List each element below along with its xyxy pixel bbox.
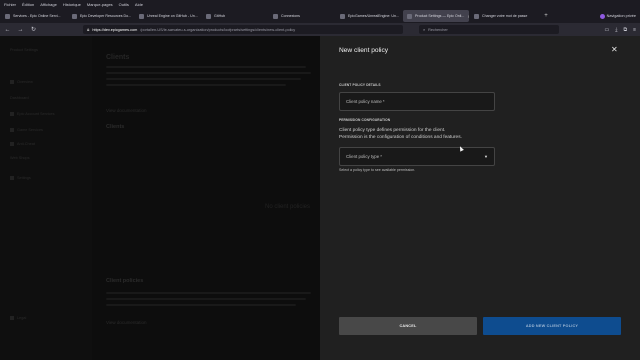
menu-bar: Fichier Édition Affichage Historique Mar… xyxy=(0,0,640,9)
search-placeholder: Rechercher xyxy=(428,27,448,32)
new-tab-button[interactable]: + xyxy=(542,13,550,19)
permission-configuration-label: PERMISSION CONFIGURATION xyxy=(339,118,391,122)
downloads-icon[interactable]: ⤓ xyxy=(615,27,617,33)
permission-description-line-1: Client policy type defines permission fo… xyxy=(339,128,446,133)
browser-tab-active[interactable]: Product Settings — Epic Onli...✕ xyxy=(403,10,469,22)
favicon-icon xyxy=(407,13,412,19)
required-marker: * xyxy=(382,99,385,104)
favicon-icon xyxy=(5,13,10,19)
search-bar[interactable]: ⌕ Rechercher xyxy=(419,25,559,34)
tab-label: Epic Developer Resources Do... xyxy=(80,14,132,18)
lock-icon: 🔒︎ xyxy=(87,27,90,32)
menu-history[interactable]: Historique xyxy=(63,2,81,7)
tab-label: GitHub xyxy=(214,14,226,18)
browser-tab[interactable]: GitHub xyxy=(202,10,268,22)
tab-label: Product Settings — Epic Onli... xyxy=(415,14,465,18)
menu-help[interactable]: Aide xyxy=(135,2,143,7)
client-policy-type-select[interactable]: Client policy type * ▼ xyxy=(339,147,495,166)
browser-tab[interactable]: Services - Epic Online Servi... xyxy=(1,10,67,22)
required-marker: * xyxy=(380,154,382,159)
permission-description-line-2: Permission is the configuration of condi… xyxy=(339,134,462,140)
favicon-icon xyxy=(273,13,278,19)
client-policy-name-input[interactable]: Client policy name * xyxy=(339,92,495,111)
browser-tab[interactable]: EpicGames/UnrealEngine: Un... xyxy=(336,10,402,22)
reload-icon[interactable]: ↻ xyxy=(30,26,37,33)
tab-label: Connexions xyxy=(281,14,300,18)
toolbar-icons: ▭ ⤓ ⧉ ≡ xyxy=(605,27,636,33)
close-tab-icon[interactable]: ✕ xyxy=(467,14,469,19)
close-icon[interactable]: ✕ xyxy=(611,46,618,54)
new-client-policy-drawer: New client policy ✕ CLIENT POLICY DETAIL… xyxy=(320,36,640,360)
menu-edit[interactable]: Édition xyxy=(22,2,34,7)
cancel-button[interactable]: CANCEL xyxy=(339,317,477,335)
menu-hamburger-icon[interactable]: ≡ xyxy=(633,27,636,33)
menu-tools[interactable]: Outils xyxy=(119,2,129,7)
menu-bookmarks[interactable]: Marque-pages xyxy=(87,2,113,7)
policy-type-hint: Select a policy type to see available pe… xyxy=(339,168,416,172)
url-domain: https://dev.epicgames.com xyxy=(92,27,138,32)
favicon-icon xyxy=(474,13,479,19)
tab-label: EpicGames/UnrealEngine: Un... xyxy=(348,14,399,18)
favicon-icon xyxy=(139,13,144,19)
menu-view[interactable]: Affichage xyxy=(40,2,57,7)
favicon-icon xyxy=(206,13,211,19)
browser-tab[interactable]: Changer votre mot de passe xyxy=(470,10,536,22)
back-arrow-icon[interactable]: ← xyxy=(4,27,11,33)
favicon-icon xyxy=(72,13,77,19)
tab-label: Unreal Engine on GitHub - Un... xyxy=(147,14,198,18)
browser-tab[interactable]: Epic Developer Resources Do... xyxy=(68,10,134,22)
chevron-down-icon: ▼ xyxy=(484,154,488,159)
navigation-bar: ← → ↻ 🔒︎ https://dev.epicgames.com/porta… xyxy=(0,23,640,36)
browser-tab[interactable]: Connexions xyxy=(269,10,335,22)
menu-file[interactable]: Fichier xyxy=(4,2,16,7)
tab-bar: Services - Epic Online Servi... Epic Dev… xyxy=(0,9,640,23)
private-browsing-indicator: Navigation privée xyxy=(599,13,636,19)
client-policy-details-label: CLIENT POLICY DETAILS xyxy=(339,83,381,87)
private-mask-icon xyxy=(599,13,605,19)
field-placeholder: Client policy name xyxy=(346,99,382,104)
add-new-client-policy-button[interactable]: ADD NEW CLIENT POLICY xyxy=(483,317,621,335)
browser-tab[interactable]: Unreal Engine on GitHub - Un... xyxy=(135,10,201,22)
address-bar[interactable]: 🔒︎ https://dev.epicgames.com/portal/en-U… xyxy=(83,25,403,34)
private-label: Navigation privée xyxy=(606,14,636,18)
tab-label: Changer votre mot de passe xyxy=(482,14,528,18)
forward-arrow-icon[interactable]: → xyxy=(17,27,24,33)
url-path: /portal/en-US/le-sarvateu-s-organization… xyxy=(140,27,296,32)
reader-view-icon[interactable]: ▭ xyxy=(605,27,610,33)
drawer-title: New client policy xyxy=(339,47,389,54)
search-icon: ⌕ xyxy=(423,27,426,32)
select-placeholder: Client policy type xyxy=(346,154,380,159)
extensions-icon[interactable]: ⧉ xyxy=(624,27,628,33)
favicon-icon xyxy=(340,13,345,19)
modal-backdrop[interactable] xyxy=(0,36,320,360)
tab-label: Services - Epic Online Servi... xyxy=(13,14,61,18)
